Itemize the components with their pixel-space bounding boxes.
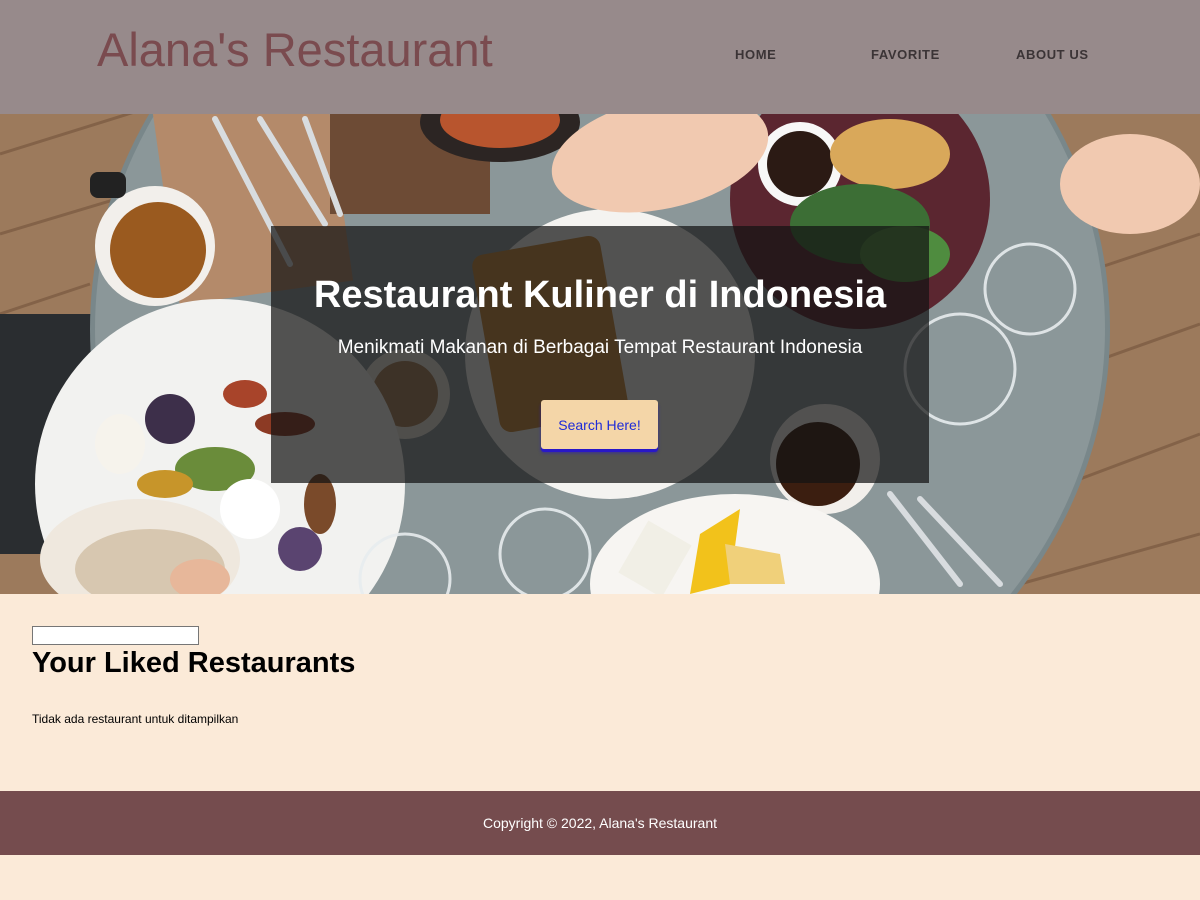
hero-subtitle: Menikmati Makanan di Berbagai Tempat Res… (337, 337, 863, 358)
hero-section: Restaurant Kuliner di Indonesia Menikmat… (0, 114, 1200, 594)
nav-link-favorite[interactable]: FAVORITE (871, 47, 940, 62)
nav-link-home[interactable]: HOME (735, 47, 776, 62)
hero-overlay-panel: Restaurant Kuliner di Indonesia Menikmat… (271, 226, 929, 483)
empty-state-message: Tidak ada restaurant untuk ditampilkan (32, 712, 239, 726)
skip-link-input[interactable] (32, 626, 199, 645)
brand-title[interactable]: Alana's Restaurant (97, 24, 493, 76)
site-footer: Copyright © 2022, Alana's Restaurant (0, 791, 1200, 855)
hero-title: Restaurant Kuliner di Indonesia (313, 274, 887, 316)
nav-link-about-us[interactable]: ABOUT US (1016, 47, 1089, 62)
copyright-text: Copyright © 2022, Alana's Restaurant (482, 815, 717, 831)
site-header: Alana's Restaurant HOME FAVORITE ABOUT U… (0, 0, 1200, 114)
search-button[interactable]: Search Here! (541, 400, 658, 449)
liked-restaurants-title: Your Liked Restaurants (32, 647, 356, 679)
